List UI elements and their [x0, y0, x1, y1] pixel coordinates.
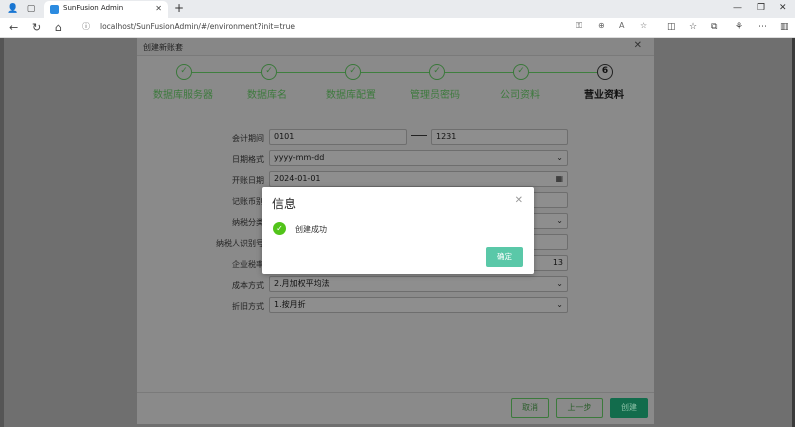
cancel-button[interactable]: 取消: [511, 398, 549, 418]
maximize-icon[interactable]: ❐: [757, 3, 765, 13]
step-label-business-info: 营业资料: [584, 90, 624, 101]
confirm-button[interactable]: 确定: [486, 247, 523, 267]
read-aloud-icon[interactable]: A: [619, 21, 624, 30]
period-end-input[interactable]: 1231: [431, 129, 568, 145]
more-menu-icon[interactable]: ⋯: [758, 22, 767, 32]
step-1-check-icon: ✓: [176, 64, 192, 80]
browser-tab[interactable]: SunFusion Admin ✕: [44, 1, 168, 18]
create-button[interactable]: 创建: [610, 398, 648, 418]
date-format-select[interactable]: yyyy-mm-dd ⌄: [269, 150, 568, 166]
tax-class-label: 纳税分类: [232, 218, 264, 227]
new-tab-icon[interactable]: +: [174, 1, 184, 15]
open-date-label: 开账日期: [232, 176, 264, 185]
back-icon[interactable]: ←: [9, 21, 18, 34]
open-date-picker[interactable]: 2024-01-01 ▦: [269, 171, 568, 187]
chevron-down-icon: ⌄: [556, 153, 563, 162]
minimize-icon[interactable]: —: [733, 3, 742, 13]
chevron-down-icon: ⌄: [556, 300, 563, 309]
success-check-icon: ✓: [273, 222, 286, 235]
zoom-icon[interactable]: ⊕: [598, 21, 605, 30]
window-close-icon[interactable]: ✕: [779, 3, 787, 13]
tab-close-icon[interactable]: ✕: [155, 4, 162, 13]
step-connector: [277, 72, 354, 73]
prev-step-button[interactable]: 上一步: [556, 398, 603, 418]
password-key-icon[interactable]: ⚿: [576, 21, 582, 31]
step-connector: [192, 72, 269, 73]
extensions-icon[interactable]: ⚘: [735, 22, 743, 32]
step-label-admin-password: 管理员密码: [410, 90, 460, 101]
chevron-down-icon: ⌄: [556, 216, 563, 225]
dialog-footer-divider: [137, 392, 654, 393]
split-screen-icon[interactable]: ◫: [667, 22, 676, 32]
step-2-check-icon: ✓: [261, 64, 277, 80]
dialog-close-icon[interactable]: ✕: [634, 40, 642, 51]
reload-icon[interactable]: ↻: [32, 21, 41, 34]
modal-close-icon[interactable]: ✕: [515, 195, 523, 206]
cost-method-select[interactable]: 2.月加权平均法 ⌄: [269, 276, 568, 292]
step-label-company-info: 公司资料: [500, 90, 540, 101]
favorites-icon[interactable]: ☆: [689, 22, 697, 32]
home-icon[interactable]: ⌂: [55, 21, 62, 34]
period-label: 会计期间: [232, 134, 264, 143]
address-bar-row: ← ↻ ⌂ ⓘ localhost/SunFusionAdmin/#/envir…: [0, 18, 795, 38]
currency-label: 记账币别: [232, 197, 264, 206]
site-info-icon[interactable]: ⓘ: [82, 21, 90, 32]
period-range-separator: [411, 135, 427, 136]
step-connector: [361, 72, 437, 73]
tax-id-label: 纳税人识别号: [216, 239, 264, 248]
modal-message: 创建成功: [295, 225, 327, 234]
depreciation-label: 折旧方式: [232, 302, 264, 311]
profile-icon[interactable]: 👤: [6, 2, 20, 16]
modal-title: 信息: [272, 197, 297, 211]
collections-icon[interactable]: ⧉: [711, 22, 717, 32]
dialog-header: 创建新账套 ✕: [137, 38, 654, 56]
browser-tab-bar: 👤 ▢ SunFusion Admin ✕ + — ❐ ✕: [0, 0, 795, 18]
date-format-label: 日期格式: [232, 155, 264, 164]
cost-method-label: 成本方式: [232, 281, 264, 290]
page-edge: [0, 38, 4, 427]
step-label-db-name: 数据库名: [247, 90, 287, 101]
tab-title: SunFusion Admin: [63, 4, 124, 12]
calendar-icon: ▦: [555, 174, 563, 183]
depreciation-select[interactable]: 1.按月折 ⌄: [269, 297, 568, 313]
favicon-icon: [50, 5, 59, 14]
step-5-check-icon: ✓: [513, 64, 529, 80]
cost-method-value: 2.月加权平均法: [274, 279, 330, 288]
period-start-input[interactable]: 0101: [269, 129, 407, 145]
url-text: localhost/SunFusionAdmin/#/environment?i…: [100, 22, 295, 31]
step-indicator: ✓ ✓ ✓ ✓ ✓ 6 数据库服务器 数据库名 数据库配置 管理员密码 公司资料…: [137, 62, 654, 106]
tab-actions-icon[interactable]: ▢: [24, 2, 38, 16]
chevron-down-icon: ⌄: [556, 279, 563, 288]
date-format-value: yyyy-mm-dd: [274, 153, 325, 162]
tax-rate-label: 企业税率: [232, 260, 264, 269]
favorite-star-icon[interactable]: ☆: [640, 21, 647, 30]
step-6-number: 6: [597, 64, 613, 80]
step-label-db-config: 数据库配置: [326, 90, 376, 101]
depreciation-value: 1.按月折: [274, 300, 306, 309]
step-connector: [445, 72, 521, 73]
step-label-db-server: 数据库服务器: [153, 90, 213, 101]
step-4-check-icon: ✓: [429, 64, 445, 80]
step-3-check-icon: ✓: [345, 64, 361, 80]
url-field[interactable]: ⓘ localhost/SunFusionAdmin/#/environment…: [78, 21, 658, 35]
info-modal: 信息 ✕ ✓ 创建成功 确定: [262, 187, 534, 274]
step-connector: [529, 72, 597, 73]
sidebar-icon[interactable]: ▥: [780, 22, 789, 32]
open-date-value: 2024-01-01: [274, 174, 321, 183]
dialog-title: 创建新账套: [143, 43, 183, 52]
